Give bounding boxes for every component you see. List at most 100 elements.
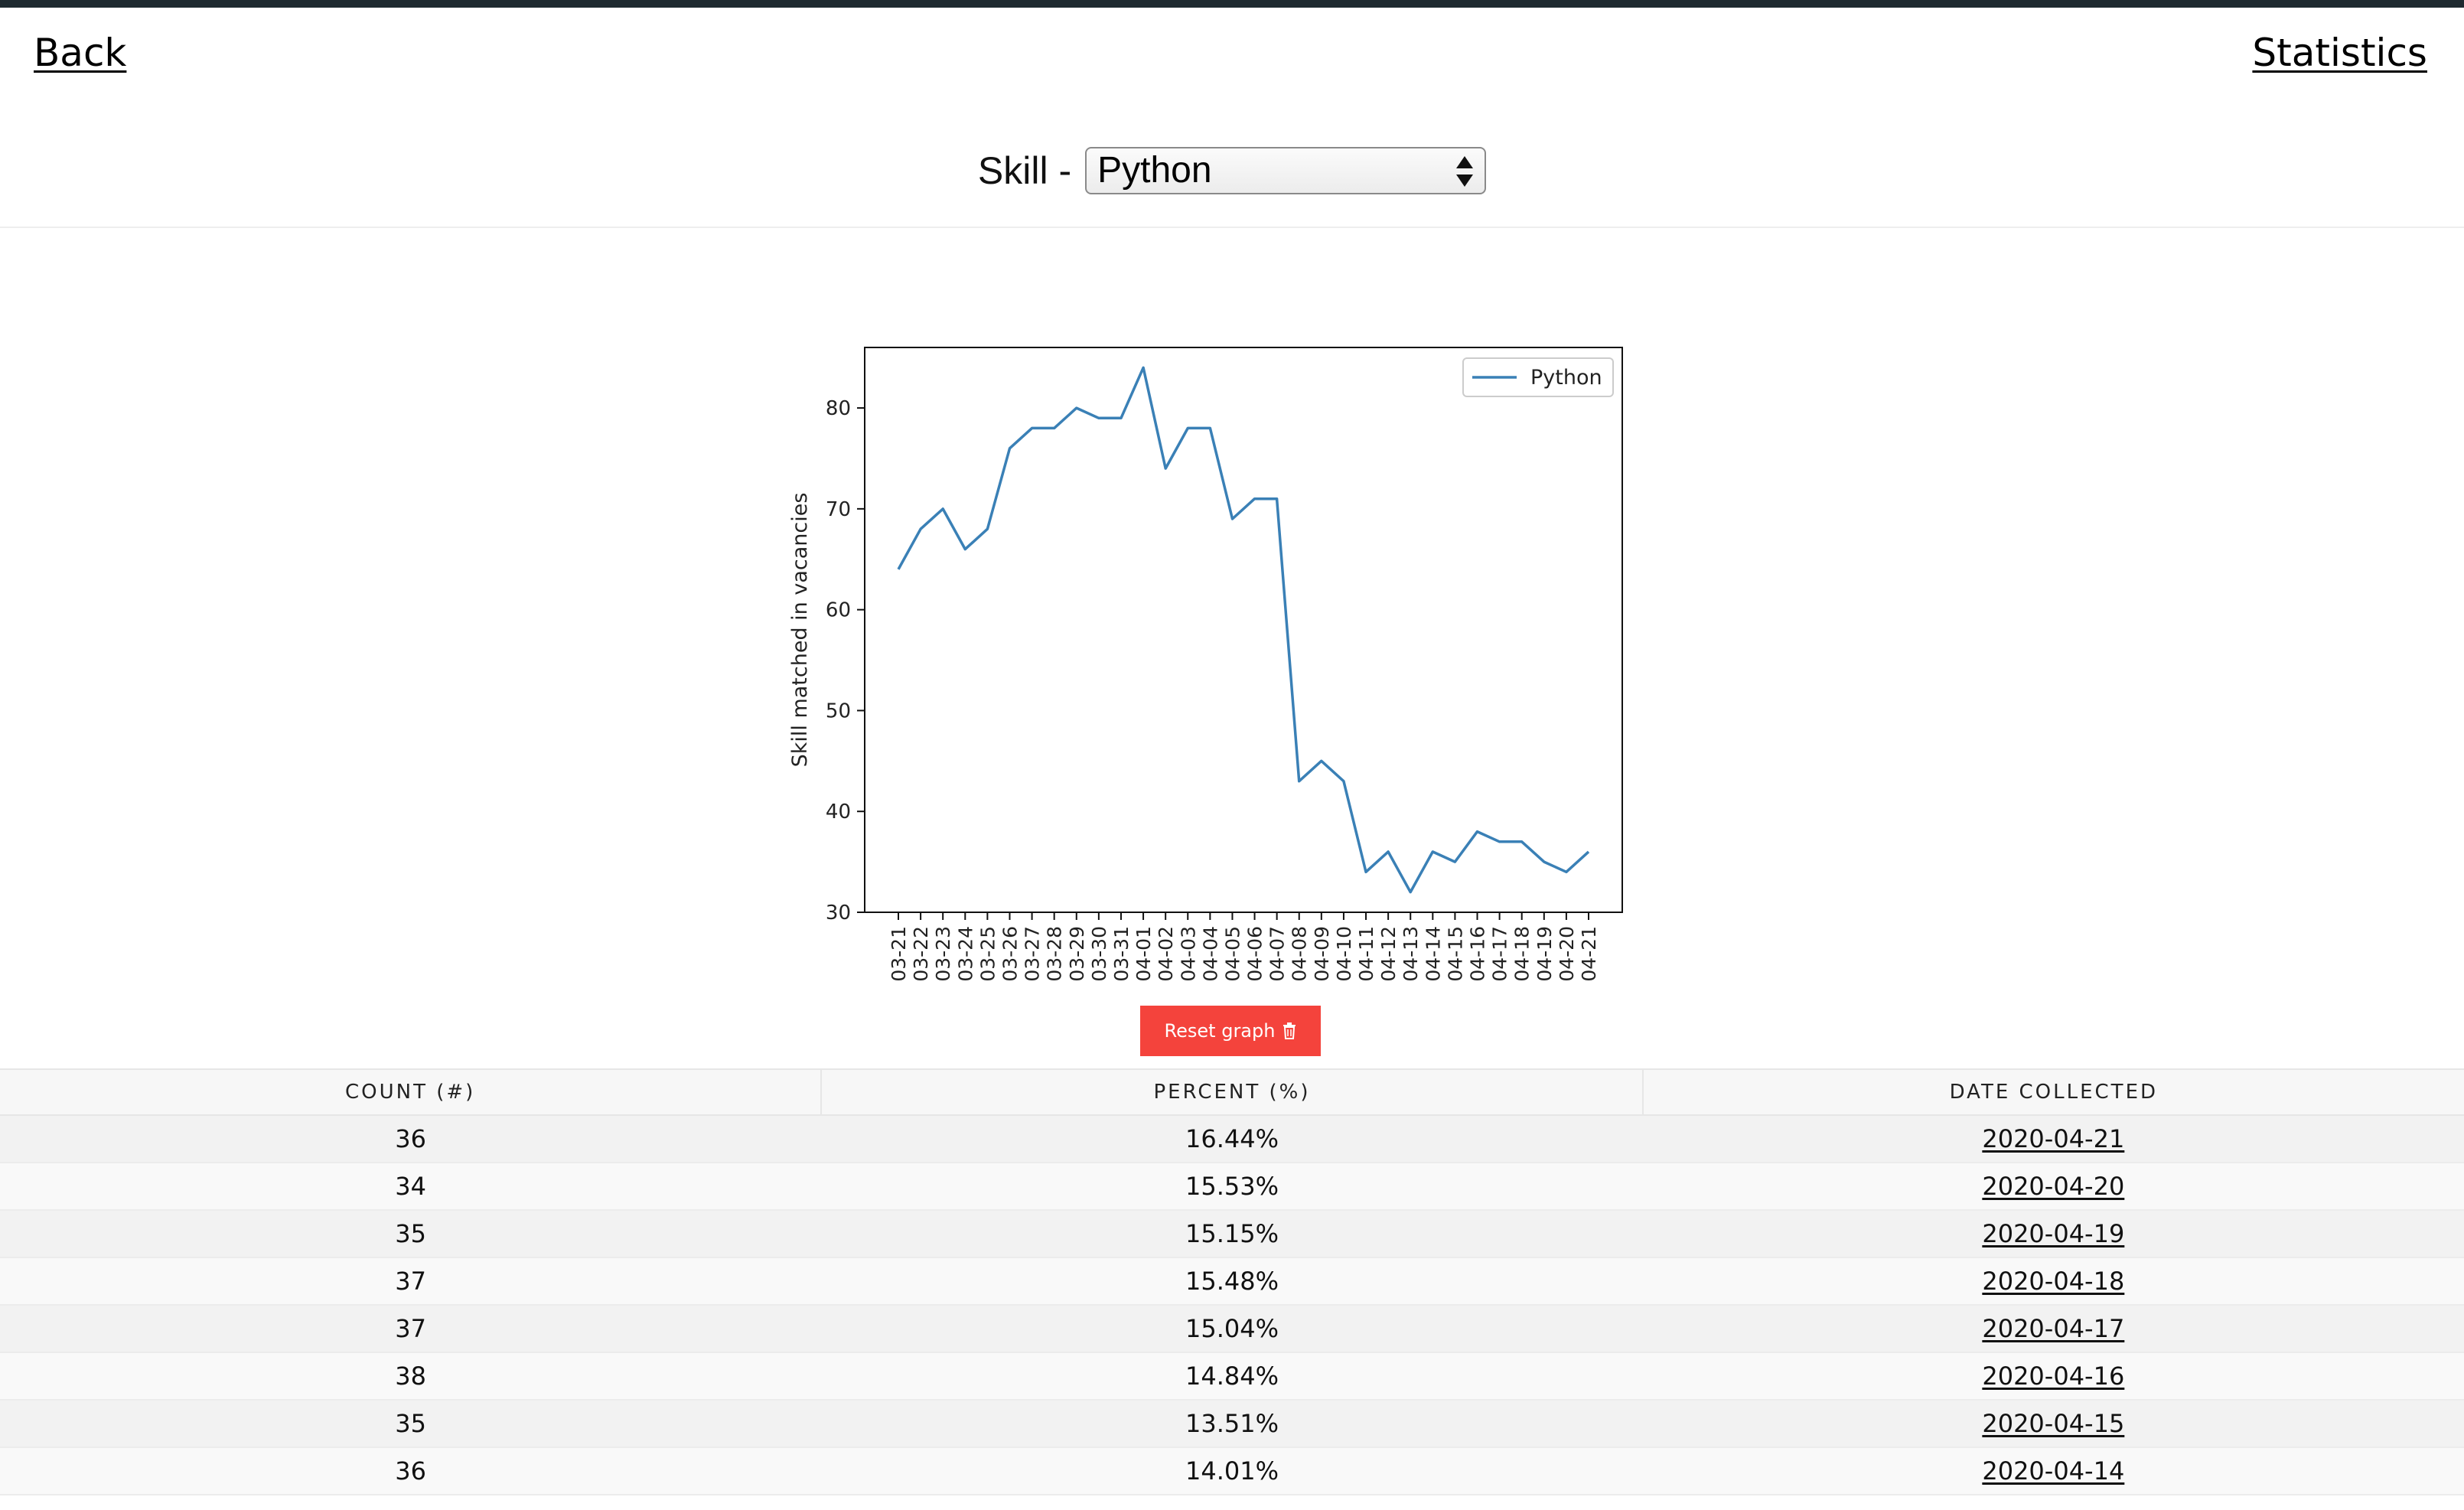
date-cell: 2020-04-21 — [1642, 1115, 2464, 1163]
legend-label: Python — [1530, 366, 1602, 390]
x-tick-label: 04-11 — [1355, 926, 1377, 982]
x-tick-label: 04-19 — [1533, 926, 1556, 982]
count-cell: 37 — [0, 1257, 822, 1306]
x-tick-label: 03-28 — [1044, 926, 1066, 982]
table-row: 35 13.51% 2020-04-15 — [0, 1400, 2464, 1448]
x-tick-label: 04-05 — [1221, 926, 1243, 982]
trash-icon — [1283, 1022, 1296, 1039]
x-tick-label: 04-02 — [1155, 926, 1177, 982]
percent-cell: 15.15% — [821, 1210, 1643, 1258]
header-divider — [0, 227, 2464, 228]
x-tick-label: 03-21 — [888, 926, 910, 982]
y-axis-label: Skill matched in vacancies — [788, 493, 812, 768]
y-tick-label: 40 — [826, 801, 851, 823]
percent-cell: 15.04% — [821, 1305, 1643, 1353]
date-link[interactable]: 2020-04-15 — [1982, 1409, 2124, 1438]
x-tick-label: 04-13 — [1400, 926, 1422, 982]
x-tick-label: 04-12 — [1377, 926, 1400, 982]
column-header-date[interactable]: DATE COLLECTED — [1641, 1068, 2464, 1116]
count-cell: 34 — [0, 1163, 822, 1211]
percent-cell: 13.51% — [821, 1400, 1643, 1448]
x-tick-label: 03-31 — [1110, 926, 1133, 982]
statistics-link[interactable]: Statistics — [2252, 28, 2427, 78]
column-header-percent[interactable]: PERCENT (%) — [820, 1068, 1643, 1116]
x-tick-label: 04-17 — [1489, 926, 1511, 982]
x-tick-label: 04-08 — [1289, 926, 1311, 982]
count-cell: 36 — [0, 1115, 822, 1163]
back-link[interactable]: Back — [34, 28, 126, 78]
reset-graph-button[interactable]: Reset graph — [1140, 1006, 1321, 1056]
x-tick-label: 04-21 — [1578, 926, 1600, 982]
skill-select[interactable]: Python — [1085, 147, 1487, 194]
count-cell: 38 — [0, 1352, 822, 1401]
skill-select-value: Python — [1097, 150, 1212, 191]
y-tick-label: 50 — [826, 700, 851, 722]
x-tick-label: 03-29 — [1066, 926, 1088, 982]
date-link[interactable]: 2020-04-14 — [1982, 1456, 2124, 1486]
date-cell: 2020-04-16 — [1642, 1352, 2464, 1401]
table-row: 37 15.48% 2020-04-18 — [0, 1257, 2464, 1306]
date-cell: 2020-04-15 — [1642, 1400, 2464, 1448]
line-chart: 30405060708003-21 03-22 03-23 03-24 03-25 03-… — [788, 347, 1623, 982]
top-bar — [0, 0, 2464, 8]
date-cell: 2020-04-14 — [1642, 1447, 2464, 1495]
table-row: 35 15.15% 2020-04-19 — [0, 1210, 2464, 1258]
percent-cell: 16.44% — [821, 1115, 1643, 1163]
count-cell: 35 — [0, 1210, 822, 1258]
skill-label: Skill - — [977, 149, 1072, 192]
table-row: 36 14.01% 2020-04-14 — [0, 1447, 2464, 1495]
x-tick-label: 04-14 — [1422, 926, 1444, 982]
table-body: 36 16.44% 2020-04-21 34 15.53% 2020-04-20 35 15… — [0, 1115, 2464, 1495]
x-tick-label: 03-26 — [999, 926, 1021, 982]
percent-cell: 15.53% — [821, 1163, 1643, 1211]
column-header-count[interactable]: COUNT (#) — [0, 1068, 822, 1116]
date-cell: 2020-04-17 — [1642, 1305, 2464, 1353]
x-tick-label: 03-23 — [932, 926, 954, 982]
x-tick-label: 04-10 — [1333, 926, 1355, 982]
date-cell: 2020-04-20 — [1642, 1163, 2464, 1211]
updown-arrows-icon — [1456, 156, 1474, 187]
chart-container: 30 40 50 60 70 80 03-21 03-22 03-23 03-24 03-25 03-… — [765, 329, 1653, 1003]
x-tick-label: 03-25 — [976, 926, 999, 982]
y-tick-label: 30 — [826, 902, 851, 925]
x-tick-label: 04-04 — [1199, 926, 1221, 982]
percent-cell: 14.84% — [821, 1352, 1643, 1401]
percent-cell: 14.01% — [821, 1447, 1643, 1495]
percent-cell: 15.48% — [821, 1257, 1643, 1306]
count-cell: 35 — [0, 1400, 822, 1448]
skill-selector-row: Skill - Python — [0, 145, 2464, 196]
x-tick-label: 04-16 — [1467, 926, 1489, 982]
date-link[interactable]: 2020-04-19 — [1982, 1219, 2124, 1248]
x-tick-label: 03-30 — [1088, 926, 1110, 982]
date-link[interactable]: 2020-04-21 — [1982, 1124, 2124, 1153]
plot-frame — [864, 347, 1623, 913]
table-header-row: COUNT (#) PERCENT (%) DATE COLLECTED — [0, 1068, 2464, 1116]
date-link[interactable]: 2020-04-18 — [1982, 1267, 2124, 1296]
x-tick-label: 03-24 — [954, 926, 976, 982]
count-cell: 36 — [0, 1447, 822, 1495]
x-tick-label: 03-22 — [910, 926, 932, 982]
date-link[interactable]: 2020-04-17 — [1982, 1314, 2124, 1343]
y-tick-label: 60 — [826, 599, 851, 622]
data-table: COUNT (#) PERCENT (%) DATE COLLECTED 36 1… — [0, 1068, 2464, 1495]
page: Back Statistics Skill - Python 30 40 50 60 7… — [0, 0, 2464, 1510]
x-tick-label: 04-18 — [1511, 926, 1533, 982]
x-tick-label: 04-07 — [1266, 926, 1289, 982]
reset-graph-label: Reset graph — [1164, 1020, 1276, 1042]
x-tick-label: 03-27 — [1022, 926, 1044, 982]
y-tick-label: 80 — [826, 397, 851, 420]
date-link[interactable]: 2020-04-20 — [1982, 1172, 2124, 1201]
x-tick-label: 04-15 — [1444, 926, 1466, 982]
x-tick-label: 04-01 — [1133, 926, 1155, 982]
date-link[interactable]: 2020-04-16 — [1982, 1362, 2124, 1391]
table-row: 36 16.44% 2020-04-21 — [0, 1115, 2464, 1163]
table-row: 37 15.04% 2020-04-17 — [0, 1305, 2464, 1353]
x-tick-label: 04-20 — [1556, 926, 1578, 982]
y-tick-label: 70 — [826, 498, 851, 521]
x-tick-label: 04-03 — [1177, 926, 1199, 982]
x-tick-label: 04-06 — [1244, 926, 1266, 982]
x-tick-label: 04-09 — [1311, 926, 1333, 982]
date-cell: 2020-04-18 — [1642, 1257, 2464, 1306]
table-row: 34 15.53% 2020-04-20 — [0, 1163, 2464, 1211]
count-cell: 37 — [0, 1305, 822, 1353]
